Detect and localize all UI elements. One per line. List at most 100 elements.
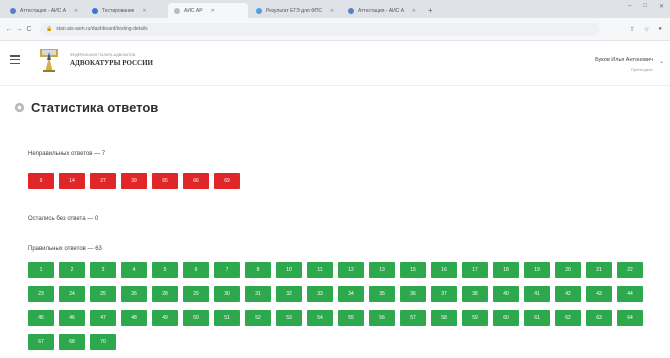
- correct-answer-box[interactable]: 48: [121, 310, 147, 326]
- browser-tab[interactable]: Аттестация - АИС АР ✕: [342, 3, 422, 18]
- correct-answer-box[interactable]: 35: [369, 286, 395, 302]
- correct-answer-box[interactable]: 32: [276, 286, 302, 302]
- menu-icon[interactable]: [10, 55, 20, 65]
- correct-answer-box[interactable]: 58: [431, 310, 457, 326]
- correct-answer-box[interactable]: 17: [462, 262, 488, 278]
- tab-favicon-icon: [174, 7, 180, 14]
- correct-answer-box[interactable]: 33: [307, 286, 333, 302]
- browser-tab[interactable]: Тестирование ✕: [86, 3, 166, 18]
- correct-answer-box[interactable]: 37: [431, 286, 457, 302]
- wrong-answer-box[interactable]: 14: [59, 173, 85, 189]
- correct-answer-box[interactable]: 4: [121, 262, 147, 278]
- correct-answer-box[interactable]: 51: [214, 310, 240, 326]
- correct-answer-box[interactable]: 46: [59, 310, 85, 326]
- correct-answer-box[interactable]: 52: [245, 310, 271, 326]
- correct-answer-box[interactable]: 10: [276, 262, 302, 278]
- correct-answer-box[interactable]: 38: [462, 286, 488, 302]
- correct-answer-box[interactable]: 16: [431, 262, 457, 278]
- wrong-answer-box[interactable]: 69: [214, 173, 240, 189]
- wrong-answer-box[interactable]: 65: [152, 173, 178, 189]
- correct-answer-box[interactable]: 26: [121, 286, 147, 302]
- correct-answer-box[interactable]: 44: [617, 286, 643, 302]
- maximize-button[interactable]: □: [643, 3, 647, 10]
- correct-answer-box[interactable]: 64: [617, 310, 643, 326]
- correct-answer-box[interactable]: 21: [586, 262, 612, 278]
- correct-answer-box[interactable]: 24: [59, 286, 85, 302]
- correct-answer-box[interactable]: 62: [555, 310, 581, 326]
- correct-answer-box[interactable]: 57: [400, 310, 426, 326]
- user-name[interactable]: Буков Илья Антонович: [595, 57, 653, 63]
- bookmark-icon[interactable]: ☆: [644, 26, 649, 33]
- correct-answer-box[interactable]: 36: [400, 286, 426, 302]
- correct-answer-box[interactable]: 60: [493, 310, 519, 326]
- correct-answer-box[interactable]: 55: [338, 310, 364, 326]
- correct-answer-box[interactable]: 42: [555, 286, 581, 302]
- correct-answer-box[interactable]: 3: [90, 262, 116, 278]
- url-input[interactable]: 🔒 stan.ais-asm.ru/dashboard/testing-deta…: [40, 22, 600, 36]
- share-icon[interactable]: ⇧: [630, 26, 635, 33]
- close-tab-icon[interactable]: ✕: [211, 8, 215, 14]
- wrong-answer-box[interactable]: 27: [90, 173, 116, 189]
- correct-answer-box[interactable]: 59: [462, 310, 488, 326]
- browser-tab[interactable]: Аттестация - АИС АР ✕: [4, 3, 84, 18]
- correct-answer-box[interactable]: 15: [400, 262, 426, 278]
- correct-answer-box[interactable]: 30: [214, 286, 240, 302]
- correct-answer-box[interactable]: 19: [524, 262, 550, 278]
- correct-answer-box[interactable]: 31: [245, 286, 271, 302]
- correct-answer-box[interactable]: 20: [555, 262, 581, 278]
- new-tab-button[interactable]: +: [428, 3, 433, 18]
- close-window-button[interactable]: ✕: [659, 3, 664, 10]
- correct-answer-box[interactable]: 53: [276, 310, 302, 326]
- correct-answer-box[interactable]: 7: [214, 262, 240, 278]
- correct-answer-box[interactable]: 45: [28, 310, 54, 326]
- forward-button[interactable]: →: [14, 26, 24, 33]
- correct-answer-box[interactable]: 1: [28, 262, 54, 278]
- correct-answer-box[interactable]: 54: [307, 310, 333, 326]
- correct-answer-box[interactable]: 25: [90, 286, 116, 302]
- browser-tab[interactable]: Результат ЕГЭ для ФПС — ОнеД... ✕: [250, 3, 340, 18]
- correct-answer-box[interactable]: 50: [183, 310, 209, 326]
- correct-answer-box[interactable]: 12: [338, 262, 364, 278]
- correct-answer-box[interactable]: 40: [493, 286, 519, 302]
- correct-answer-box[interactable]: 70: [90, 334, 116, 350]
- correct-answer-box[interactable]: 49: [152, 310, 178, 326]
- correct-answer-box[interactable]: 22: [617, 262, 643, 278]
- correct-answer-box[interactable]: 13: [369, 262, 395, 278]
- close-tab-icon[interactable]: ✕: [412, 8, 416, 14]
- correct-answer-box[interactable]: 47: [90, 310, 116, 326]
- correct-answer-box[interactable]: 5: [152, 262, 178, 278]
- chevron-down-icon[interactable]: ⌄: [659, 58, 664, 65]
- wrong-answer-box[interactable]: 9: [28, 173, 54, 189]
- browser-tab[interactable]: АИС АР ✕: [168, 3, 248, 18]
- minimize-button[interactable]: –: [628, 3, 631, 10]
- correct-answer-box[interactable]: 28: [152, 286, 178, 302]
- correct-answers-label: Правильных ответов — 63: [28, 246, 102, 252]
- tab-title: Тестирование: [102, 7, 135, 14]
- wrong-answer-box[interactable]: 66: [183, 173, 209, 189]
- correct-answer-box[interactable]: 2: [59, 262, 85, 278]
- correct-answer-box[interactable]: 23: [28, 286, 54, 302]
- correct-answer-box[interactable]: 43: [586, 286, 612, 302]
- wrong-answer-box[interactable]: 39: [121, 173, 147, 189]
- back-button[interactable]: ←: [4, 26, 14, 33]
- reload-button[interactable]: C: [24, 26, 34, 33]
- tab-favicon-icon: [10, 7, 16, 14]
- close-tab-icon[interactable]: ✕: [142, 8, 146, 14]
- correct-answer-box[interactable]: 29: [183, 286, 209, 302]
- correct-answer-box[interactable]: 41: [524, 286, 550, 302]
- correct-answer-box[interactable]: 6: [183, 262, 209, 278]
- close-tab-icon[interactable]: ✕: [74, 8, 78, 14]
- correct-answer-box[interactable]: 67: [28, 334, 54, 350]
- correct-answer-box[interactable]: 18: [493, 262, 519, 278]
- correct-answer-box[interactable]: 68: [59, 334, 85, 350]
- profile-icon[interactable]: ●: [658, 26, 662, 33]
- correct-answer-box[interactable]: 34: [338, 286, 364, 302]
- tab-title: Результат ЕГЭ для ФПС — ОнеД...: [266, 7, 322, 14]
- tab-title: АИС АР: [184, 7, 203, 14]
- correct-answer-box[interactable]: 56: [369, 310, 395, 326]
- correct-answer-box[interactable]: 8: [245, 262, 271, 278]
- correct-answer-box[interactable]: 11: [307, 262, 333, 278]
- correct-answer-box[interactable]: 63: [586, 310, 612, 326]
- close-tab-icon[interactable]: ✕: [330, 8, 334, 14]
- correct-answer-box[interactable]: 61: [524, 310, 550, 326]
